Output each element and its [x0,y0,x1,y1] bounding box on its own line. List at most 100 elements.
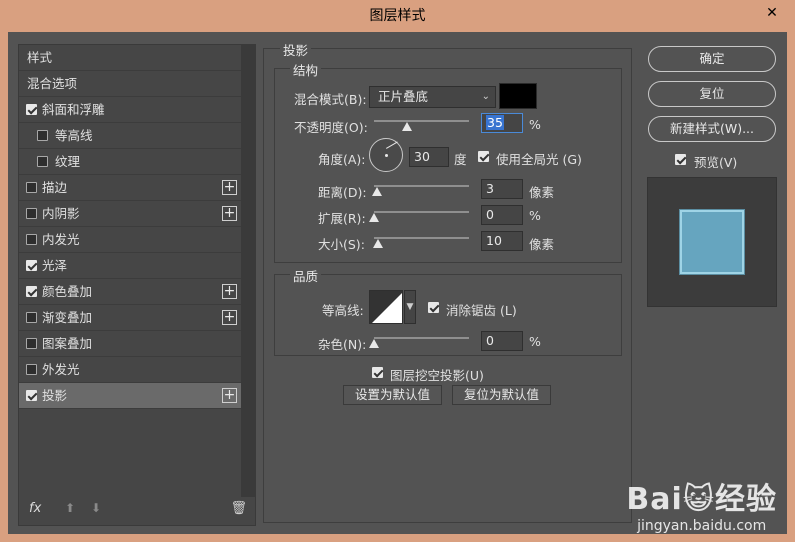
style-item-label: 混合选项 [27,76,78,91]
distance-slider-thumb[interactable] [371,187,382,196]
size-slider-thumb[interactable] [372,239,383,248]
noise-label: 杂色(N): [318,337,367,352]
new-style-button[interactable]: 新建样式(W)... [648,116,776,142]
style-item-checkbox[interactable] [37,130,48,141]
distance-unit: 像素 [529,185,555,200]
noise-input[interactable]: 0 [481,331,523,351]
add-effect-icon[interactable]: + [222,206,237,221]
style-item[interactable]: 等高线 [19,123,241,149]
style-item-checkbox[interactable] [26,390,37,401]
structure-title: 结构 [290,60,322,79]
style-item-checkbox[interactable] [26,364,37,375]
blend-mode-label: 混合模式(B): [294,92,367,107]
style-item[interactable]: 样式 [19,45,241,71]
style-item-label: 等高线 [55,128,93,143]
size-input[interactable]: 10 [481,231,523,251]
layer-style-dialog: 图层样式 ✕ 样式 混合选项 斜面和浮雕 等高线 纹理 描边 + 内阴影 + 内发光 光泽 颜色叠加 +… [0,0,795,542]
style-item[interactable]: 图案叠加 [19,331,241,357]
global-light-checkbox[interactable] [478,151,489,162]
spread-slider-thumb[interactable] [369,213,379,222]
style-item-checkbox[interactable] [26,104,37,115]
preview-checkbox[interactable] [675,154,686,165]
style-item-checkbox[interactable] [26,286,37,297]
opacity-value: 35 [486,115,504,130]
opacity-unit: % [529,117,541,132]
style-item[interactable]: 混合选项 [19,71,241,97]
style-item-label: 斜面和浮雕 [42,102,105,117]
reset-button[interactable]: 复位 [648,81,776,107]
spread-slider[interactable] [374,211,469,213]
noise-slider-thumb[interactable] [369,339,379,348]
size-label: 大小(S): [318,237,365,252]
baidu-jingyan-watermark: Bai😺经验 jingyan.baidu.com [626,474,777,534]
opacity-slider-thumb[interactable] [402,122,413,131]
contour-dropdown[interactable]: ▼ [404,290,416,324]
shadow-color-swatch[interactable] [499,83,537,109]
style-item[interactable]: 内发光 [19,227,241,253]
style-item-checkbox[interactable] [26,260,37,271]
ok-button[interactable]: 确定 [648,46,776,72]
angle-dial-needle [386,141,398,149]
style-item[interactable]: 描边 + [19,175,241,201]
global-light-label: 使用全局光 (G) [496,152,582,167]
opacity-input[interactable]: 35 [481,113,523,133]
watermark-line1: Bai😺经验 [626,482,777,517]
style-item-checkbox[interactable] [26,182,37,193]
blend-mode-value: 正片叠底 [378,89,429,104]
style-item-checkbox[interactable] [37,156,48,167]
distance-slider[interactable] [374,185,469,187]
add-effect-icon[interactable]: + [222,310,237,325]
size-slider[interactable] [374,237,469,239]
style-item[interactable]: 外发光 [19,357,241,383]
style-item-label: 内阴影 [42,206,80,221]
style-item-checkbox[interactable] [26,312,37,323]
make-default-button[interactable]: 设置为默认值 [343,385,442,405]
preview-swatch [680,210,744,274]
drop-shadow-title: 投影 [280,40,312,59]
style-item-checkbox[interactable] [26,234,37,245]
dialog-body: 样式混合选项斜面和浮雕等高线纹理 描边 + 内阴影 + 内发光光泽 颜色叠加 + 渐变叠加 + 图案… [8,32,787,534]
style-item[interactable]: 纹理 [19,149,241,175]
trash-icon[interactable]: 🗑 [230,501,247,516]
add-effect-icon[interactable]: + [222,180,237,195]
chevron-down-icon: ⌄ [481,91,490,102]
contour-picker[interactable] [369,290,403,324]
noise-slider[interactable] [374,337,469,339]
style-preview [647,177,777,307]
spread-input[interactable]: 0 [481,205,523,225]
style-item[interactable]: 内阴影 + [19,201,241,227]
reset-default-button[interactable]: 复位为默认值 [452,385,551,405]
distance-input[interactable]: 3 [481,179,523,199]
style-item[interactable]: 光泽 [19,253,241,279]
style-item-label: 渐变叠加 [42,310,93,325]
add-effect-icon[interactable]: + [222,284,237,299]
styles-list-scrollbar[interactable] [241,45,255,497]
noise-unit: % [529,334,541,349]
style-item-checkbox[interactable] [26,338,37,349]
angle-unit: 度 [454,152,467,167]
style-item[interactable]: 斜面和浮雕 [19,97,241,123]
anti-alias-checkbox[interactable] [428,302,439,313]
style-item-label: 投影 [42,388,68,403]
blend-mode-select[interactable]: 正片叠底 ⌄ [369,86,496,108]
opacity-slider[interactable] [374,120,469,122]
angle-dial-center [385,154,388,157]
angle-dial[interactable] [369,138,403,172]
move-up-icon[interactable]: ⬆ [65,501,75,515]
style-item[interactable]: 颜色叠加 + [19,279,241,305]
styles-list: 样式混合选项斜面和浮雕等高线纹理 描边 + 内阴影 + 内发光光泽 颜色叠加 + 渐变叠加 + 图案… [19,45,241,409]
spread-unit: % [529,208,541,223]
distance-label: 距离(D): [318,185,367,200]
style-item[interactable]: 投影 + [19,383,241,409]
style-item-label: 内发光 [42,232,80,247]
anti-alias-label: 消除锯齿 (L) [446,303,517,318]
style-item-checkbox[interactable] [26,208,37,219]
knockout-checkbox[interactable] [372,367,383,378]
move-down-icon[interactable]: ⬇ [91,501,101,515]
style-item[interactable]: 渐变叠加 + [19,305,241,331]
fx-icon[interactable]: fx [29,501,41,516]
add-effect-icon[interactable]: + [222,388,237,403]
style-item-label: 样式 [27,50,53,65]
angle-input[interactable]: 30 [409,147,449,167]
close-icon[interactable]: ✕ [757,2,787,24]
